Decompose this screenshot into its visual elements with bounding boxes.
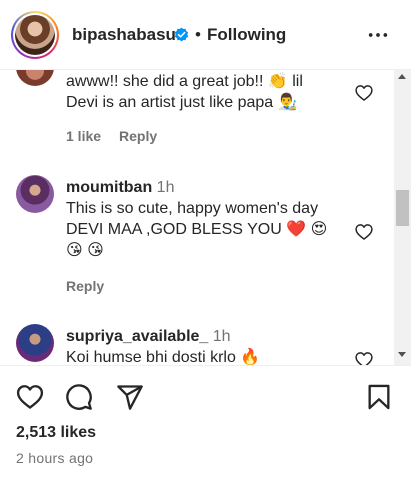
post-timestamp[interactable]: 2 hours ago [16, 450, 93, 466]
comment-like-heart-icon[interactable] [354, 222, 374, 242]
comment-avatar[interactable] [16, 324, 54, 362]
comment-time: 1h [212, 328, 231, 345]
verified-badge-icon [174, 27, 189, 42]
profile-avatar[interactable] [11, 11, 59, 59]
share-icon[interactable] [116, 383, 144, 411]
post-header: bipashabasu • Following [0, 0, 411, 70]
comments-list[interactable]: awww!! she did a great job!! 👏 lil Devi … [0, 70, 411, 365]
comment-avatar[interactable] [16, 175, 54, 213]
comment-text: awww!! she did a great job!! 👏 lil Devi … [66, 73, 303, 111]
profile-username[interactable]: bipashabasu [72, 25, 176, 45]
comment-time: 1h [156, 179, 175, 196]
comments-scrollbar[interactable] [394, 70, 411, 365]
section-divider [0, 365, 411, 366]
comment-icon[interactable] [65, 383, 93, 411]
comment-reply-button[interactable]: Reply [119, 128, 157, 144]
heart-outline-icon[interactable] [16, 383, 44, 411]
comment-username[interactable]: supriya_available_ [66, 328, 208, 345]
comment-username[interactable]: moumitban [66, 179, 152, 196]
header-separator: • [195, 25, 201, 44]
comment-like-heart-icon[interactable] [354, 83, 374, 103]
scroll-down-arrow-icon[interactable] [398, 352, 406, 357]
bookmark-icon[interactable] [365, 383, 393, 411]
comment-avatar[interactable] [16, 70, 54, 86]
comment-likes-count[interactable]: 1 like [66, 128, 101, 144]
scroll-thumb[interactable] [396, 190, 409, 226]
comment-text: moumitban 1h This is so cute, happy wome… [66, 179, 328, 259]
comment-like-heart-icon[interactable] [354, 350, 374, 365]
scroll-up-arrow-icon[interactable] [398, 74, 406, 79]
more-options-icon[interactable] [367, 24, 389, 46]
comment-text: supriya_available_ 1h Koi humse bhi dost… [66, 328, 261, 365]
post-likes-count[interactable]: 2,513 likes [16, 424, 96, 442]
comment-meta: 1 like Reply [66, 128, 175, 144]
following-button[interactable]: Following [207, 25, 286, 45]
comment-meta: Reply [66, 278, 122, 294]
comment-reply-button[interactable]: Reply [66, 278, 104, 294]
